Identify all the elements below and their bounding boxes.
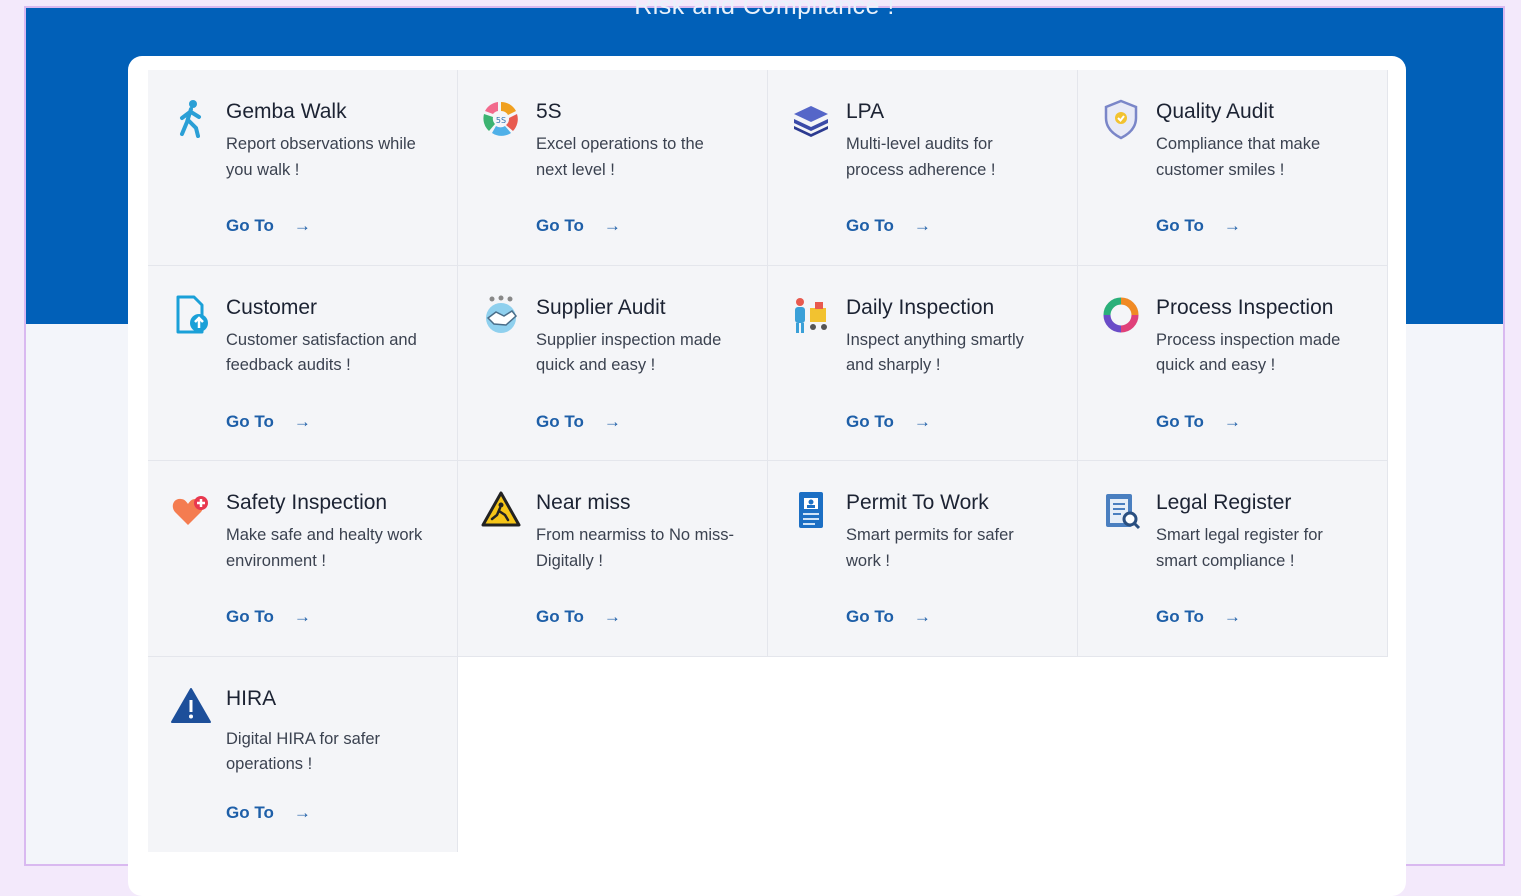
goto-label: Go To [536,607,584,626]
goto-label: Go To [226,607,274,626]
goto-link[interactable]: Go To → [846,412,931,432]
5s-cycle-icon: 5S [480,98,522,140]
card-title: Permit To Work [846,491,989,514]
handshake-icon [480,294,522,336]
goto-link[interactable]: Go To → [226,607,311,627]
modules-grid: Gemba Walk Report observations while you… [148,70,1388,852]
goto-label: Go To [1156,411,1204,431]
arrow-right-icon: → [913,411,931,431]
card-title: Quality Audit [1156,100,1274,123]
worker-cart-icon [790,294,832,336]
module-card-hira: HIRA Digital HIRA for safer operations !… [148,656,458,852]
app-frame: Risk and Compliance ! Gemba Walk Report … [24,0,1505,896]
legal-document-icon [1100,489,1142,531]
goto-link[interactable]: Go To → [846,607,931,627]
goto-label: Go To [226,802,274,822]
goto-label: Go To [226,216,274,235]
permit-badge-icon [790,489,832,531]
goto-label: Go To [536,411,584,431]
card-description: Make safe and healty work environment ! [226,526,423,570]
card-title: LPA [846,100,885,123]
goto-label: Go To [226,411,274,431]
goto-link[interactable]: Go To → [226,803,311,823]
arrow-right-icon: → [1223,411,1241,431]
arrow-right-icon: → [913,607,931,626]
arrow-right-icon: → [293,216,311,235]
goto-link[interactable]: Go To → [846,216,931,236]
arrow-right-icon: → [293,411,311,431]
module-card-lpa: LPA Multi-level audits for process adher… [768,70,1078,266]
card-description: Report observations while you walk ! [226,135,416,179]
card-description: Supplier inspection made quick and easy … [536,330,722,375]
module-card-process-inspection: Process Inspection Process inspection ma… [1078,265,1388,461]
goto-label: Go To [846,411,894,431]
goto-link[interactable]: Go To → [536,412,621,432]
arrow-right-icon: → [913,216,931,235]
module-card-quality-audit: Quality Audit Compliance that make custo… [1078,70,1388,266]
layers-icon [790,98,832,140]
card-description: Digital HIRA for safer operations ! [226,729,381,774]
module-card-permit-to-work: Permit To Work Smart permits for safer w… [768,461,1078,657]
arrow-right-icon: → [603,607,621,626]
card-title: Supplier Audit [536,295,666,319]
goto-link[interactable]: Go To → [1156,216,1241,236]
goto-label: Go To [846,216,894,235]
module-card-supplier-audit: Supplier Audit Supplier inspection made … [458,265,768,461]
card-description: Multi-level audits for process adherence… [846,135,996,179]
card-title: Customer [226,295,318,319]
svg-text:5S: 5S [496,116,506,125]
module-card-gemba-walk: Gemba Walk Report observations while you… [148,70,458,266]
card-title: 5S [536,100,562,123]
walking-person-icon [170,98,212,140]
module-card-5s: 5S 5S Excel operations to the next level… [458,70,768,266]
card-title: Near miss [536,491,631,514]
card-title: Process Inspection [1156,295,1334,319]
goto-link[interactable]: Go To → [226,216,311,236]
section-title: Risk and Compliance ! [634,0,895,20]
process-cycle-icon [1100,294,1142,336]
warning-triangle-icon [170,685,212,727]
heart-plus-icon [170,489,212,531]
card-title: Gemba Walk [226,100,347,123]
arrow-right-icon: → [603,411,621,431]
arrow-right-icon: → [1223,607,1241,626]
card-description: Inspect anything smartly and sharply ! [846,330,1024,375]
shield-check-icon [1100,98,1142,140]
goto-link[interactable]: Go To → [1156,607,1241,627]
module-card-daily-inspection: Daily Inspection Inspect anything smartl… [768,265,1078,461]
goto-label: Go To [1156,216,1204,235]
goto-label: Go To [536,216,584,235]
goto-link[interactable]: Go To → [536,607,621,627]
card-title: HIRA [226,686,277,710]
warning-slip-icon [480,489,522,531]
arrow-right-icon: → [603,216,621,235]
card-title: Safety Inspection [226,491,388,514]
arrow-right-icon: → [293,802,311,822]
module-card-legal-register: Legal Register Smart legal register for … [1078,461,1388,657]
card-title: Daily Inspection [846,295,995,319]
goto-label: Go To [846,607,894,626]
card-description: Smart permits for safer work ! [846,526,1014,570]
goto-link[interactable]: Go To → [1156,412,1241,432]
card-description: From nearmiss to No miss-Digitally ! [536,526,735,570]
card-title: Legal Register [1156,491,1292,514]
modules-panel: Gemba Walk Report observations while you… [128,56,1406,896]
document-upload-icon [170,294,212,336]
goto-label: Go To [1156,607,1204,626]
module-card-safety-inspection: Safety Inspection Make safe and healty w… [148,461,458,657]
goto-link[interactable]: Go To → [226,412,311,432]
card-description: Process inspection made quick and easy ! [1156,330,1341,375]
card-description: Smart legal register for smart complianc… [1156,526,1323,570]
card-description: Compliance that make customer smiles ! [1156,135,1321,179]
module-card-customer: Customer Customer satisfaction and feedb… [148,265,458,461]
card-description: Customer satisfaction and feedback audit… [226,330,417,375]
card-description: Excel operations to the next level ! [536,135,704,179]
arrow-right-icon: → [293,607,311,626]
module-card-near-miss: Near miss From nearmiss to No miss-Digit… [458,461,768,657]
goto-link[interactable]: Go To → [536,216,621,236]
arrow-right-icon: → [1223,216,1241,235]
